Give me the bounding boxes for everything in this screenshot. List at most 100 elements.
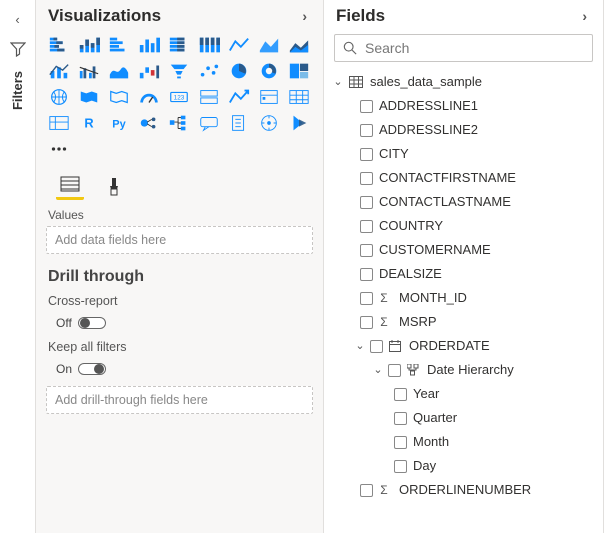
field-label: ADDRESSLINE1 (377, 96, 478, 116)
viz-clustered-bar[interactable] (106, 34, 132, 56)
viz-line-stacked-column[interactable] (46, 60, 72, 82)
field-checkbox[interactable] (360, 100, 373, 113)
viz-arcgis[interactable] (256, 112, 282, 134)
field-checkbox[interactable] (388, 364, 401, 377)
fields-search[interactable] (334, 34, 593, 62)
date-hierarchy[interactable]: ⌄ Date Hierarchy (332, 358, 599, 382)
field-checkbox[interactable] (394, 412, 407, 425)
viz-power-apps[interactable] (286, 112, 312, 134)
viz-pie[interactable] (226, 60, 252, 82)
field-customername[interactable]: CUSTOMERNAME (332, 238, 599, 262)
viz-area[interactable] (256, 34, 282, 56)
field-checkbox[interactable] (360, 244, 373, 257)
expand-caret[interactable]: ⌄ (354, 336, 366, 356)
viz-line-clustered-column[interactable] (76, 60, 102, 82)
cross-report-toggle[interactable] (78, 317, 106, 329)
field-checkbox[interactable] (360, 484, 373, 497)
sigma-icon (377, 480, 393, 500)
field-addressline1[interactable]: ADDRESSLINE1 (332, 94, 599, 118)
viz-map[interactable] (46, 86, 72, 108)
format-tab[interactable] (100, 174, 128, 200)
viz-stacked-column[interactable] (76, 34, 102, 56)
field-label: Date Hierarchy (425, 360, 514, 380)
viz-line[interactable] (226, 34, 252, 56)
viz-key-influencers[interactable] (136, 112, 162, 134)
search-input[interactable] (363, 39, 584, 57)
viz-qa-visual[interactable] (196, 112, 222, 134)
viz-donut[interactable] (256, 60, 282, 82)
field-label: Day (411, 456, 436, 476)
viz-shape-map[interactable] (106, 86, 132, 108)
filters-expand-chevron[interactable]: ‹ (11, 8, 23, 31)
viz-ribbon[interactable] (106, 60, 132, 82)
field-checkbox[interactable] (360, 292, 373, 305)
filters-label[interactable]: Filters (10, 71, 25, 110)
viz-paginated[interactable] (226, 112, 252, 134)
field-city[interactable]: CITY (332, 142, 599, 166)
viz-table[interactable] (286, 86, 312, 108)
field-checkbox[interactable] (360, 124, 373, 137)
field-msrp[interactable]: MSRP (332, 310, 599, 334)
hierarchy-quarter[interactable]: Quarter (332, 406, 599, 430)
viz-100-stacked-bar[interactable] (166, 34, 192, 56)
table-sales-data-sample[interactable]: ⌄sales_data_sample (332, 70, 599, 94)
field-checkbox[interactable] (360, 148, 373, 161)
field-checkbox[interactable] (360, 316, 373, 329)
viz-waterfall[interactable] (136, 60, 162, 82)
keep-filters-toggle[interactable] (78, 363, 106, 375)
calendar-icon (387, 340, 403, 352)
viz-stacked-area[interactable] (286, 34, 312, 56)
field-checkbox[interactable] (360, 268, 373, 281)
field-checkbox[interactable] (360, 172, 373, 185)
field-label: CITY (377, 144, 409, 164)
field-checkbox[interactable] (394, 436, 407, 449)
sigma-icon (377, 312, 393, 332)
viz-kpi[interactable] (226, 86, 252, 108)
hierarchy-month[interactable]: Month (332, 430, 599, 454)
expand-caret[interactable]: ⌄ (372, 360, 384, 380)
field-checkbox[interactable] (360, 196, 373, 209)
expand-caret[interactable]: ⌄ (332, 72, 344, 92)
viz-scatter[interactable] (196, 60, 222, 82)
visualizations-title: Visualizations (48, 6, 161, 26)
field-addressline2[interactable]: ADDRESSLINE2 (332, 118, 599, 142)
viz-stacked-bar[interactable] (46, 34, 72, 56)
drillthrough-dropzone[interactable]: Add drill-through fields here (46, 386, 313, 414)
viz-more[interactable] (46, 138, 72, 160)
field-month_id[interactable]: MONTH_ID (332, 286, 599, 310)
viz-100-stacked-column[interactable] (196, 34, 222, 56)
field-dealsize[interactable]: DEALSIZE (332, 262, 599, 286)
fields-tree: ⌄sales_data_sampleADDRESSLINE1ADDRESSLIN… (324, 68, 603, 510)
keep-filters-label: Keep all filters (48, 340, 313, 354)
viz-slicer[interactable] (256, 86, 282, 108)
hierarchy-year[interactable]: Year (332, 382, 599, 406)
viz-card[interactable]: 123 (166, 86, 192, 108)
viz-decomposition-tree[interactable] (166, 112, 192, 134)
field-orderdate[interactable]: ⌄ORDERDATE (332, 334, 599, 358)
field-checkbox[interactable] (394, 460, 407, 473)
field-label: ORDERLINENUMBER (397, 480, 531, 500)
viz-gauge[interactable] (136, 86, 162, 108)
viz-filled-map[interactable] (76, 86, 102, 108)
visualizations-collapse-chevron[interactable]: › (298, 6, 311, 26)
search-icon (343, 41, 357, 55)
viz-python-visual[interactable]: Py (106, 112, 132, 134)
values-dropzone[interactable]: Add data fields here (46, 226, 313, 254)
viz-funnel[interactable] (166, 60, 192, 82)
field-checkbox[interactable] (394, 388, 407, 401)
fields-collapse-chevron[interactable]: › (578, 6, 591, 26)
field-orderlinenumber[interactable]: ORDERLINENUMBER (332, 478, 599, 502)
field-country[interactable]: COUNTRY (332, 214, 599, 238)
viz-treemap[interactable] (286, 60, 312, 82)
viz-r-visual[interactable]: R (76, 112, 102, 134)
viz-clustered-column[interactable] (136, 34, 162, 56)
field-contactlastname[interactable]: CONTACTLASTNAME (332, 190, 599, 214)
fields-tab[interactable] (56, 174, 84, 200)
field-contactfirstname[interactable]: CONTACTFIRSTNAME (332, 166, 599, 190)
hierarchy-day[interactable]: Day (332, 454, 599, 478)
sigma-icon (377, 288, 393, 308)
field-checkbox[interactable] (370, 340, 383, 353)
viz-multi-row-card[interactable] (196, 86, 222, 108)
viz-matrix[interactable] (46, 112, 72, 134)
field-checkbox[interactable] (360, 220, 373, 233)
